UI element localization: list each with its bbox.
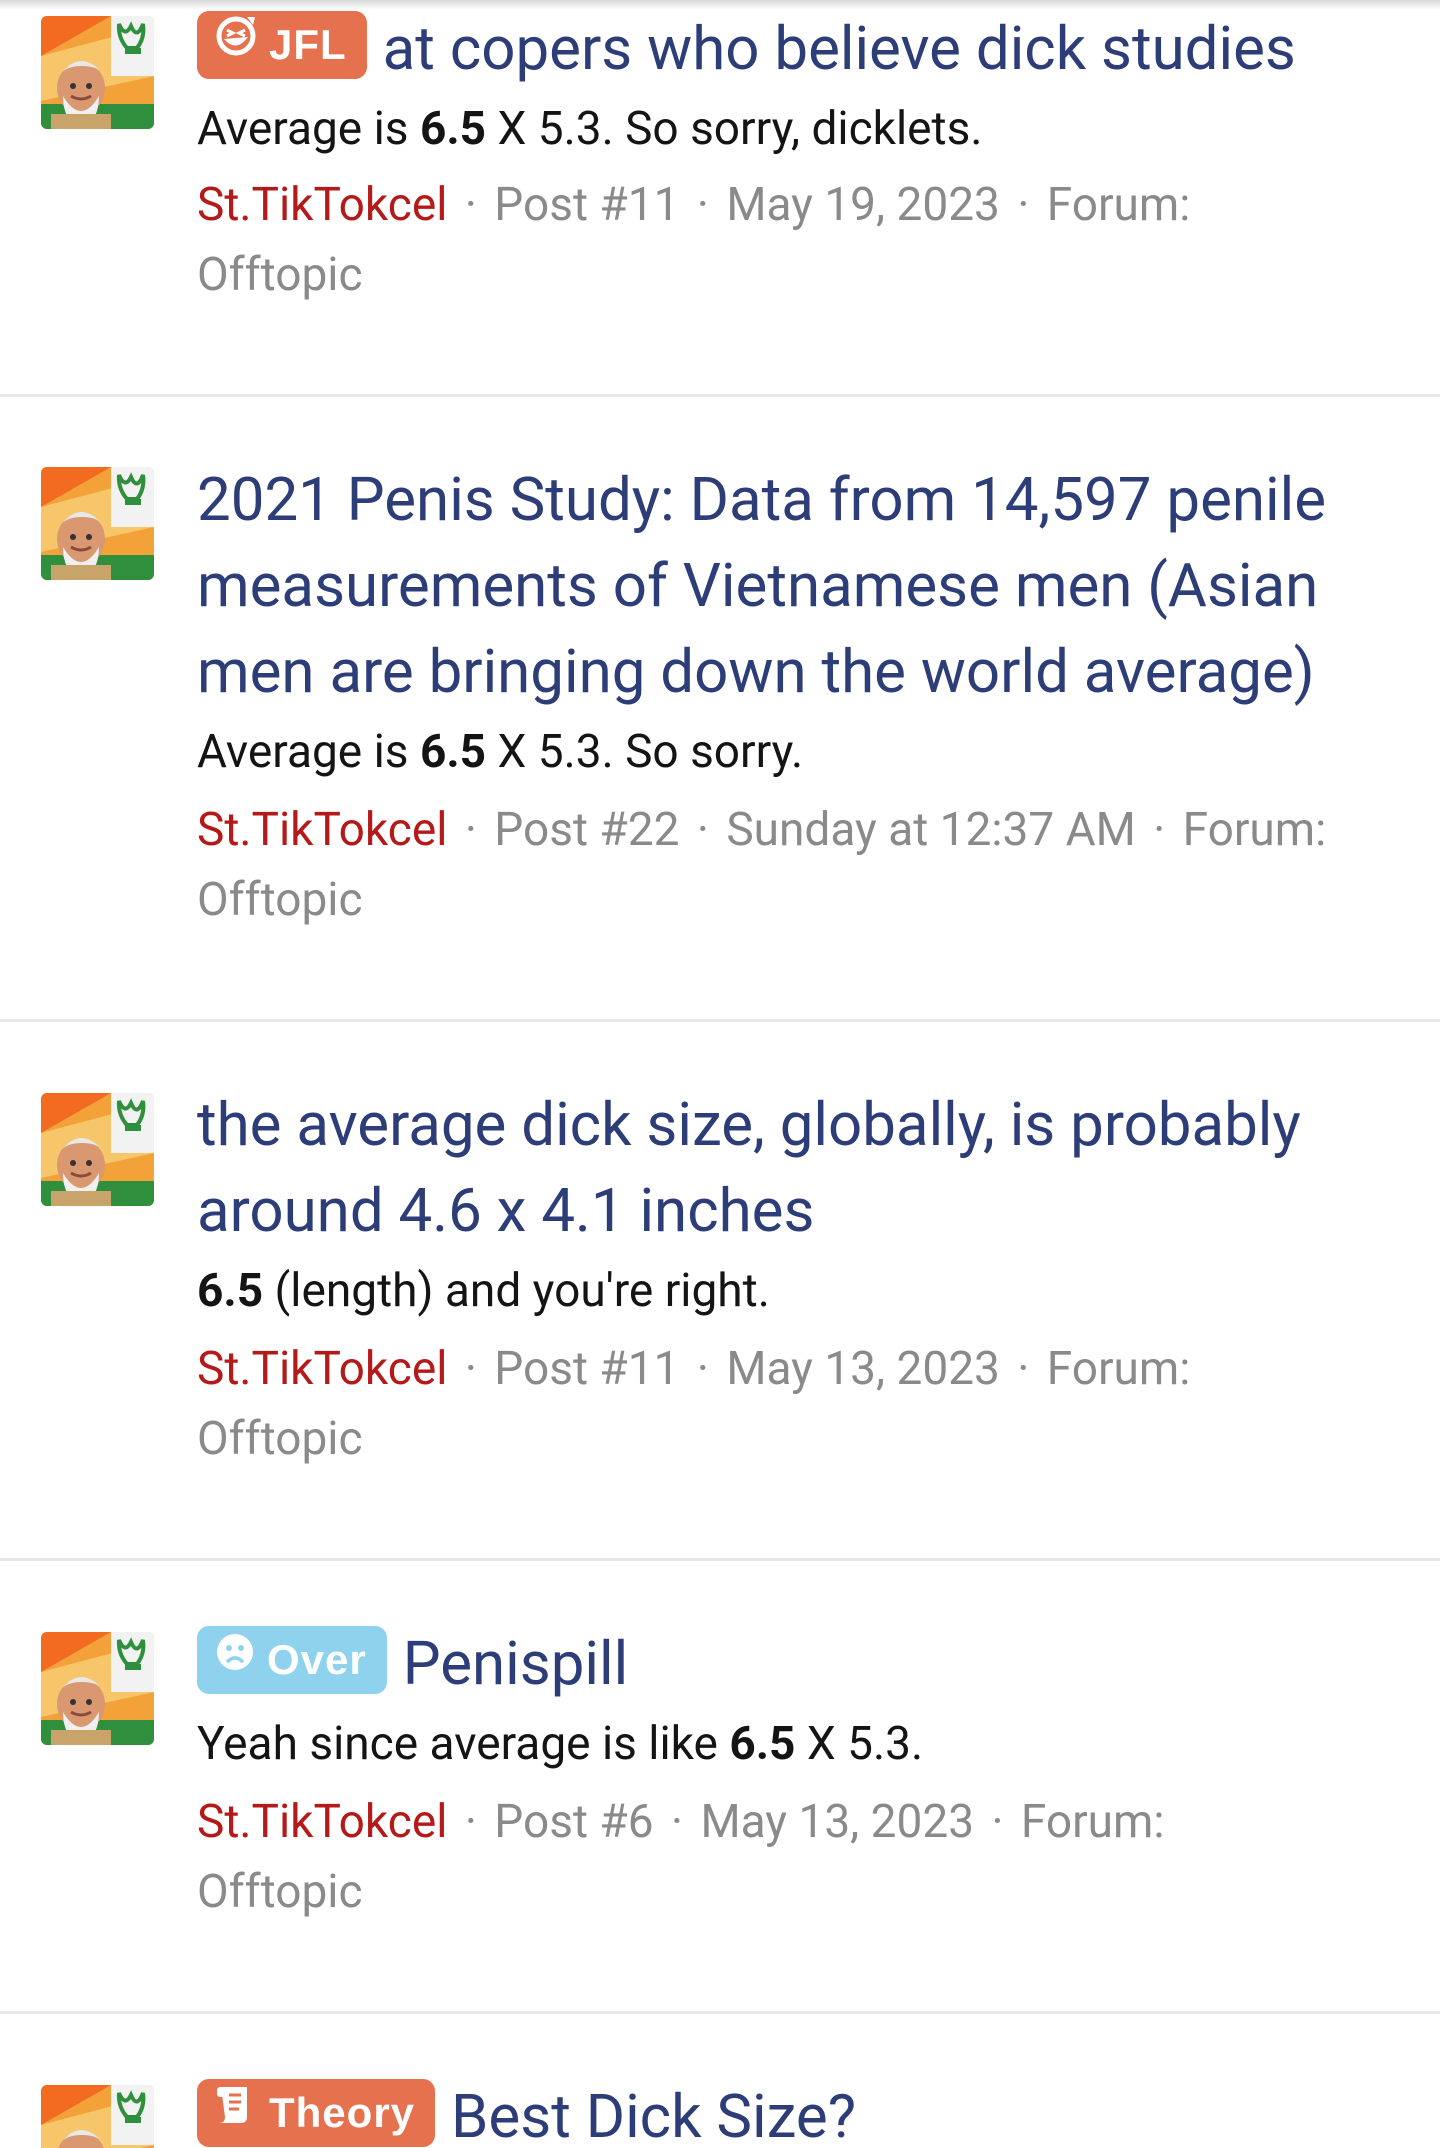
forum-link[interactable]: Offtopic — [197, 1412, 363, 1466]
author-link[interactable]: St.TikTokcel — [197, 1795, 447, 1849]
sad-face-icon — [213, 1626, 257, 1694]
result-meta: St.TikTokcel · Post #11 · May 13, 2023 ·… — [197, 1342, 1191, 1466]
forum-label: Forum: — [1020, 1795, 1165, 1849]
result-title[interactable]: JFL at copers who believe dick studies — [197, 6, 1397, 92]
avatar[interactable] — [41, 1632, 154, 1745]
forum-link[interactable]: Offtopic — [197, 873, 363, 927]
post-date: May 13, 2023 — [700, 1795, 975, 1849]
post-date: May 13, 2023 — [726, 1342, 1000, 1396]
result-title[interactable]: the average dick size, globally, is prob… — [197, 1082, 1397, 1254]
author-link[interactable]: St.TikTokcel — [197, 803, 447, 857]
divider — [0, 1558, 1440, 1561]
result-snippet: Average is 6.5 X 5.3. So sorry. — [197, 725, 804, 779]
divider — [0, 2011, 1440, 2014]
prefix-badge-theory: Theory — [197, 2079, 436, 2147]
avatar[interactable] — [41, 1093, 154, 1206]
scroll-icon — [213, 2079, 259, 2147]
laugh-icon — [213, 11, 259, 79]
forum-label: Forum: — [1182, 803, 1327, 857]
result-title[interactable]: Theory Best Dick Size? — [197, 2074, 1397, 2148]
result-snippet: Yeah since average is like 6.5 X 5.3. — [197, 1717, 924, 1771]
post-number[interactable]: Post #11 — [494, 1342, 679, 1396]
forum-link[interactable]: Offtopic — [197, 1865, 363, 1919]
avatar[interactable] — [41, 467, 154, 580]
post-number[interactable]: Post #22 — [494, 803, 679, 857]
post-number[interactable]: Post #11 — [494, 178, 679, 232]
result-meta: St.TikTokcel · Post #11 · May 19, 2023 ·… — [197, 178, 1191, 302]
forum-link[interactable]: Offtopic — [197, 248, 363, 302]
avatar[interactable] — [41, 2085, 154, 2148]
result-meta: St.TikTokcel · Post #6 · May 13, 2023 · … — [197, 1795, 1165, 1919]
result-title[interactable]: Over Penispill — [197, 1621, 1397, 1707]
post-date: Sunday at 12:37 AM — [726, 803, 1136, 857]
result-meta: St.TikTokcel · Post #22 · Sunday at 12:3… — [197, 803, 1327, 927]
divider — [0, 394, 1440, 397]
author-link[interactable]: St.TikTokcel — [197, 1342, 447, 1396]
result-snippet: Average is 6.5 X 5.3. So sorry, dicklets… — [197, 102, 983, 156]
forum-label: Forum: — [1046, 1342, 1191, 1396]
prefix-badge-jfl: JFL — [197, 11, 367, 79]
result-title[interactable]: 2021 Penis Study: Data from 14,597 penil… — [197, 457, 1397, 715]
avatar[interactable] — [41, 16, 154, 129]
forum-label: Forum: — [1046, 178, 1191, 232]
post-number[interactable]: Post #6 — [494, 1795, 653, 1849]
divider — [0, 1019, 1440, 1022]
result-snippet: 6.5 (length) and you're right. — [197, 1264, 770, 1318]
prefix-badge-over: Over — [197, 1626, 387, 1694]
author-link[interactable]: St.TikTokcel — [197, 178, 447, 232]
post-date: May 19, 2023 — [726, 178, 1000, 232]
